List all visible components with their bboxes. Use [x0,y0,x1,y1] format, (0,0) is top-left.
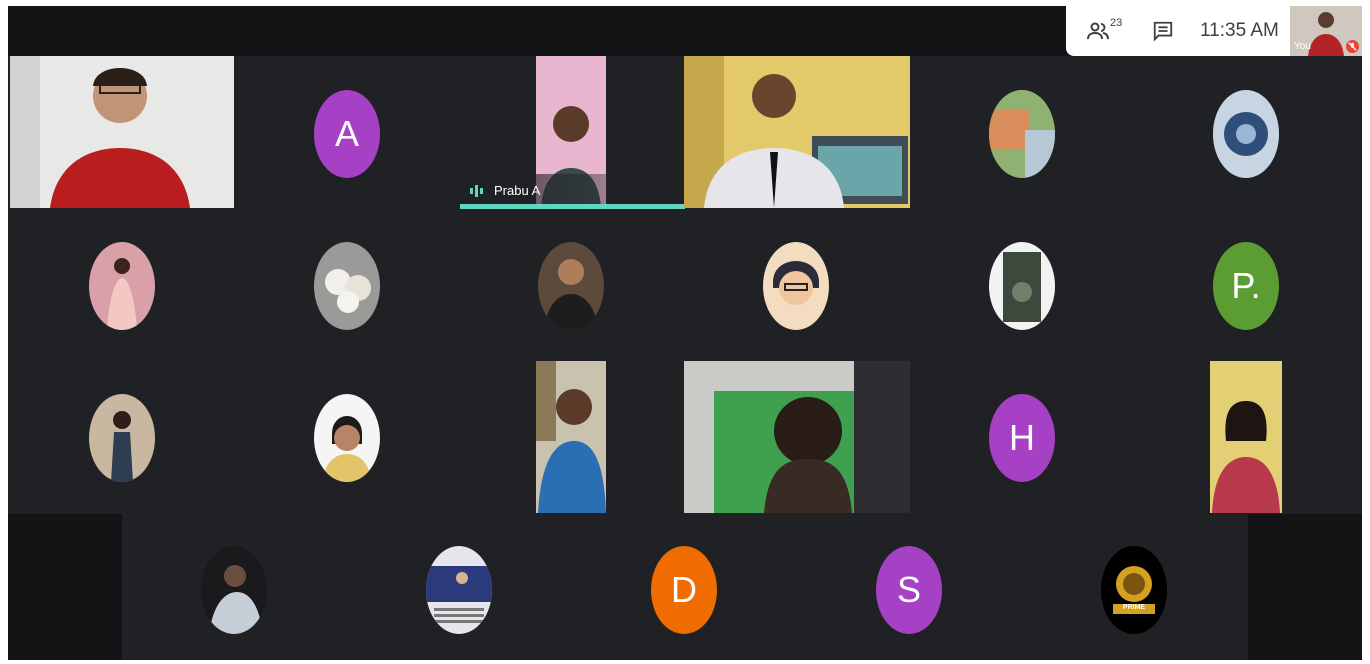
participant-video [1210,361,1282,513]
avatar-s[interactable]: S [876,546,942,634]
speaker-name: Prabu A [494,183,541,198]
avatar-initial: A [334,113,359,154]
participant-avatar-prime-logo[interactable]: PRIME [1101,546,1167,634]
avatar-photo [89,394,155,482]
participant-avatar[interactable] [989,90,1055,178]
chat-icon [1153,21,1173,42]
participant-video [10,56,234,208]
logo-text: PRIME [1122,604,1146,611]
empty-bottom-left [8,514,122,660]
header-panel: 23 11:35 AM [1066,6,1290,56]
participant-avatar[interactable] [89,242,155,330]
avatar-photo [1213,90,1279,178]
participant-avatar[interactable] [989,242,1055,330]
avatar-photo [314,242,380,330]
lion-logo-icon [1101,546,1167,634]
mic-off-icon [1346,40,1359,53]
participant-avatar[interactable] [89,394,155,482]
avatar-photo [538,242,604,330]
avatar-photo [314,394,380,482]
avatar-d[interactable]: D [651,546,717,634]
meeting-stage: 23 11:35 AM You A Prabu A P. H D S PRIME [8,6,1362,660]
avatar-photo [989,90,1055,178]
participant-avatar[interactable] [314,242,380,330]
people-icon [1087,22,1109,40]
avatar-initial: S [896,569,921,610]
participant-avatar[interactable] [314,394,380,482]
participant-avatar[interactable] [763,242,829,330]
chat-button[interactable] [1152,6,1174,56]
avatar-initial: H [1009,417,1035,458]
speaking-indicator-icon [470,185,483,197]
participants-button[interactable]: 23 [1086,6,1122,56]
speaking-bar [460,204,685,209]
avatar-p[interactable]: P. [1213,242,1279,330]
participant-avatar[interactable] [426,546,492,634]
avatar-photo [201,546,267,634]
participant-tile[interactable] [684,361,910,513]
avatar-a[interactable]: A [314,90,380,178]
participant-avatar[interactable] [538,242,604,330]
avatar-photo [426,546,492,634]
participant-avatar[interactable] [201,546,267,634]
clock-time: 11:35 AM [1200,20,1279,41]
empty-bottom-right [1248,514,1362,660]
avatar-photo [89,242,155,330]
participant-avatar[interactable] [1213,90,1279,178]
self-view-tile[interactable]: You [1290,6,1362,56]
avatar-initial: D [671,569,697,610]
avatar-h[interactable]: H [989,394,1055,482]
speaker-name-bar: Prabu A [460,174,680,208]
participant-tile[interactable] [536,361,606,513]
participant-count: 23 [1110,17,1123,29]
avatar-photo [763,242,829,330]
participant-tile[interactable] [1210,361,1282,513]
participant-video [536,361,606,513]
avatar-photo [989,242,1055,330]
avatar-initial: P. [1231,265,1261,306]
participant-tile[interactable] [684,56,910,208]
participant-video [684,361,910,513]
self-label: You [1294,41,1311,52]
participant-video [684,56,910,208]
participant-tile[interactable] [10,56,234,208]
